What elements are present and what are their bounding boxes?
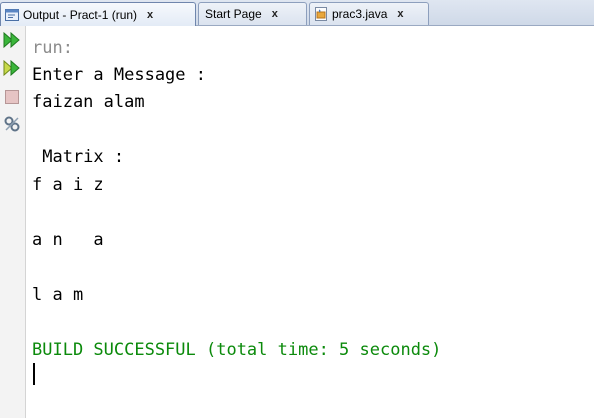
build-status-line: BUILD SUCCESSFUL (total time: 5 seconds) xyxy=(32,340,442,360)
tab-start-page[interactable]: Start Page x xyxy=(198,2,307,25)
editor-tab-strip: Output - Pract-1 (run) x Start Page x pr… xyxy=(0,0,594,26)
settings-icon xyxy=(3,115,21,137)
stop-icon xyxy=(5,89,19,108)
tab-prac3-java[interactable]: prac3.java x xyxy=(309,2,429,25)
rerun-button[interactable] xyxy=(2,31,22,52)
output-window: Output - Pract-1 (run) x Start Page x pr… xyxy=(0,0,594,418)
close-tab-button[interactable]: x xyxy=(397,8,403,20)
rerun-with-options-button[interactable] xyxy=(2,59,22,80)
tab-label: Output - Pract-1 (run) xyxy=(23,7,138,22)
tab-label: Start Page xyxy=(205,7,262,21)
output-line: faizan alam xyxy=(32,92,145,112)
tab-label: prac3.java xyxy=(332,7,388,21)
output-toolbar xyxy=(0,26,26,418)
run-label: run: xyxy=(32,38,73,58)
rerun-with-options-icon xyxy=(3,59,21,80)
java-file-icon xyxy=(314,7,328,21)
output-line: a n a xyxy=(32,230,104,250)
output-line: Matrix : xyxy=(32,147,125,167)
tab-output-pract-1-run[interactable]: Output - Pract-1 (run) x xyxy=(0,2,196,26)
close-tab-button[interactable]: x xyxy=(272,8,278,20)
stop-button[interactable] xyxy=(2,88,22,108)
settings-button[interactable] xyxy=(2,116,22,136)
output-line: f a i z xyxy=(32,175,104,195)
rerun-icon xyxy=(3,31,21,52)
output-line: l a m xyxy=(32,285,84,305)
console-output[interactable]: run: Enter a Message : faizan alam Matri… xyxy=(26,26,594,418)
output-window-icon xyxy=(5,8,19,22)
output-line: Enter a Message : xyxy=(32,65,206,85)
close-tab-button[interactable]: x xyxy=(147,9,153,21)
text-caret xyxy=(33,363,35,385)
